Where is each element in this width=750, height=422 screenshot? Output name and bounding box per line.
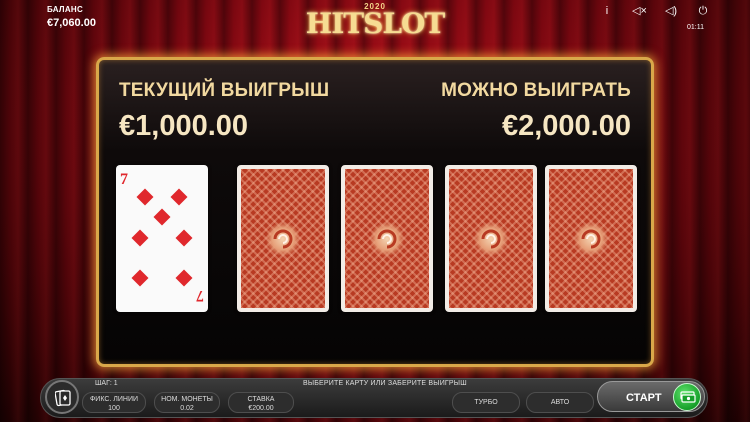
start-button[interactable]: СТАРТ	[597, 381, 705, 412]
sound-icon[interactable]: ◁)	[664, 4, 678, 18]
diamond-pip	[175, 229, 193, 247]
info-icon[interactable]: i	[600, 4, 614, 18]
balance-value: €7,060.00	[47, 17, 96, 29]
face-down-card-3[interactable]	[445, 165, 537, 312]
auto-button[interactable]: АВТО	[526, 392, 594, 413]
game-background: БАЛАНС €7,060.00 2020 HITSLOT i ◁× ◁) ⏻ …	[0, 0, 750, 422]
card-back-logo-icon	[266, 221, 300, 256]
dealer-card-seven-of-diamonds: 7 7	[116, 165, 208, 312]
possible-win-value: €2,000.00	[501, 110, 631, 142]
diamond-pip	[170, 188, 188, 206]
balance-label: БАЛАНС	[47, 5, 84, 14]
menu-button[interactable]	[45, 380, 79, 414]
fixed-lines-value: 100	[108, 405, 120, 412]
turbo-button[interactable]: ТУРБО	[452, 392, 520, 413]
status-message: ВЫБЕРИТЕ КАРТУ ИЛИ ЗАБЕРИТЕ ВЫИГРЫШ	[303, 380, 467, 387]
coin-value-label: НОМ. МОНЕТЫ	[161, 396, 213, 403]
card-back-logo-icon	[474, 221, 508, 256]
diamond-pip	[131, 269, 149, 287]
card-back-logo-icon	[574, 221, 608, 256]
diamond-pip	[175, 269, 193, 287]
diamond-pip	[136, 188, 154, 206]
fixed-lines-label: ФИКС. ЛИНИИ	[89, 396, 139, 403]
mute-icon[interactable]: ◁×	[632, 4, 647, 18]
start-label: СТАРТ	[626, 392, 662, 404]
current-win-value: €1,000.00	[119, 110, 249, 142]
fixed-lines-display: ФИКС. ЛИНИИ 100	[82, 392, 146, 413]
bet-label: СТАВКА	[247, 396, 275, 403]
power-icon[interactable]: ⏻	[696, 4, 710, 18]
diamond-pip	[131, 229, 149, 247]
clock: 01:11	[687, 24, 704, 31]
step-counter: ШАГ: 1	[95, 380, 118, 387]
gamble-board: ТЕКУЩИЙ ВЫИГРЫШ €1,000.00 МОЖНО ВЫИГРАТЬ…	[96, 57, 654, 367]
cards-menu-icon	[55, 389, 71, 407]
card-rank-top: 7	[120, 171, 128, 188]
logo-text: HITSLOT	[305, 7, 446, 40]
balance-panel: БАЛАНС €7,060.00	[47, 5, 96, 29]
bet-value: €200.00	[248, 405, 274, 412]
face-down-card-4[interactable]	[545, 165, 637, 312]
current-win-label: ТЕКУЩИЙ ВЫИГРЫШ	[119, 80, 330, 101]
possible-win-label: МОЖНО ВЫИГРАТЬ	[441, 80, 631, 101]
card-rank-bottom: 7	[196, 287, 204, 304]
face-down-card-2[interactable]	[341, 165, 433, 312]
coin-value-value: 0.02	[180, 405, 194, 412]
bet-selector[interactable]: СТАВКА €200.00	[228, 392, 294, 413]
coin-value-selector[interactable]: НОМ. МОНЕТЫ 0.02	[154, 392, 220, 413]
game-logo: 2020 HITSLOT	[300, 0, 450, 40]
card-back-logo-icon	[370, 221, 404, 256]
diamond-pip	[153, 208, 171, 226]
face-down-card-1[interactable]	[237, 165, 329, 312]
top-controls: i ◁× ◁) ⏻	[600, 4, 710, 18]
collect-money-icon[interactable]	[673, 383, 701, 411]
